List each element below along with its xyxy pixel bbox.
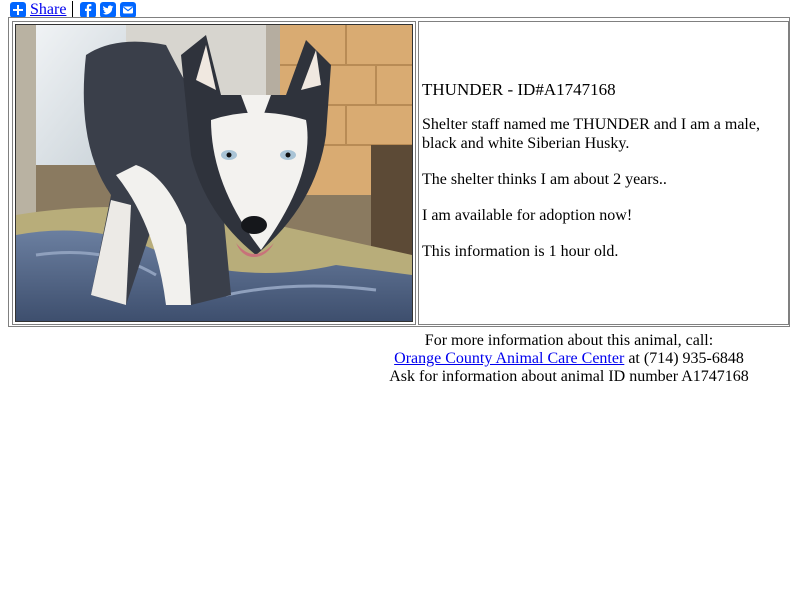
shelter-link[interactable]: Orange County Animal Care Center (394, 350, 624, 367)
contact-info: For more information about this animal, … (360, 332, 778, 386)
animal-availability: I am available for adoption now! (422, 207, 633, 224)
email-icon[interactable] (120, 1, 137, 18)
share-link[interactable]: Share (30, 1, 66, 18)
animal-table: THUNDER - ID#A1747168 Shelter staff name… (8, 17, 790, 327)
husky-photo-image (16, 25, 412, 321)
info-age-note: This information is 1 hour old. (422, 243, 619, 260)
addthis-plus-icon[interactable] (10, 1, 26, 18)
contact-shelter-line: Orange County Animal Care Center at (714… (360, 350, 778, 368)
animal-info: THUNDER - ID#A1747168 Shelter staff name… (422, 80, 777, 278)
animal-age: The shelter thinks I am about 2 years.. (422, 171, 667, 188)
animal-title: THUNDER - ID#A1747168 (422, 80, 616, 99)
animal-photo (15, 24, 413, 322)
twitter-icon[interactable] (100, 1, 117, 18)
shelter-phone: at (714) 935-6848 (624, 350, 744, 367)
contact-id-note: Ask for information about animal ID numb… (389, 368, 749, 385)
share-divider (72, 1, 74, 18)
info-cell: THUNDER - ID#A1747168 Shelter staff name… (418, 21, 789, 325)
share-bar: Share (10, 1, 137, 18)
facebook-icon[interactable] (80, 1, 97, 18)
contact-intro: For more information about this animal, … (424, 332, 714, 349)
animal-description: Shelter staff named me THUNDER and I am … (422, 116, 760, 152)
photo-cell (12, 21, 416, 325)
